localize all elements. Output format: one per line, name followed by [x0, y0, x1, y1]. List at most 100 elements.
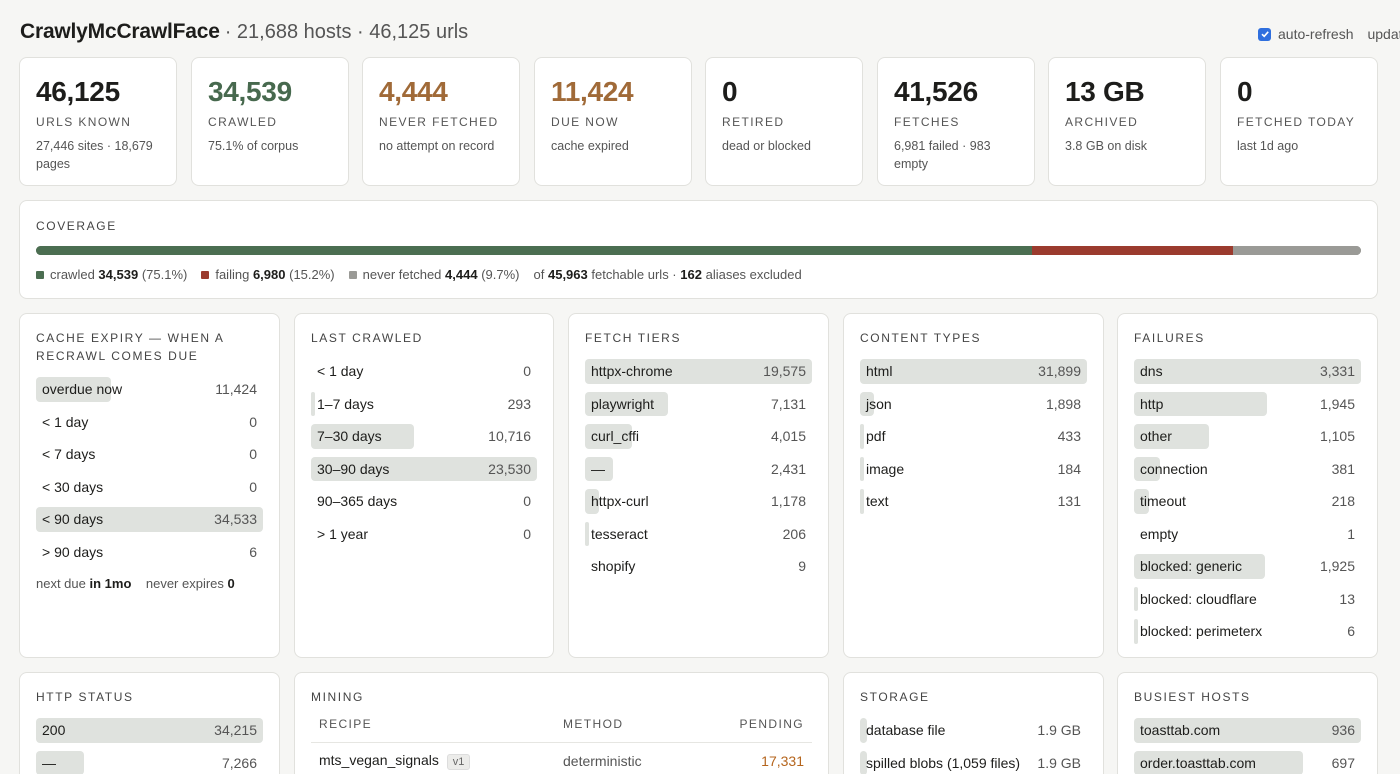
legend-count: 6,980: [252, 267, 286, 282]
row-value: 10,716: [488, 428, 531, 445]
stat-card-archived: 13 GB ARCHIVED 3.8 GB on disk: [1048, 57, 1206, 186]
list-item: json 1,898: [860, 388, 1087, 421]
row-value: 218: [1331, 493, 1355, 510]
row-label: 90–365 days: [317, 493, 398, 510]
list-item: blocked: cloudflare 13: [1134, 583, 1361, 616]
row-label: other: [1140, 428, 1172, 445]
list-item: < 90 days 34,533: [36, 503, 263, 536]
legend-label: failing: [215, 267, 250, 282]
stat-value: 0: [1237, 76, 1253, 107]
storage-panel: STORAGE database file 1.9 GB spilled blobs…: [843, 672, 1104, 774]
legend-label: never fetched: [362, 267, 442, 282]
legend-label: crawled: [50, 267, 95, 282]
row-value: 0: [249, 413, 257, 430]
row-label: < 30 days: [42, 478, 104, 495]
busiest-hosts-title: BUSIEST HOSTS: [1134, 690, 1251, 704]
row-value: 1,105: [1319, 428, 1355, 445]
row-label: 1–7 days: [317, 395, 374, 412]
list-item: database file 1.9 GB: [860, 714, 1087, 747]
last-crawled-panel: LAST CRAWLED < 1 day 0 1–7 days 293 7–30 day…: [294, 313, 554, 658]
row-label: > 90 days: [42, 543, 104, 560]
col-pending: PENDING: [739, 717, 804, 731]
row-value: 1,898: [1045, 395, 1081, 412]
coverage-legend: crawled 34,539 (75.1%) failing 6,980 (15…: [36, 267, 802, 282]
col-recipe: RECIPE: [319, 717, 373, 731]
row-label: —: [591, 460, 605, 477]
stat-value: 13 GB: [1065, 76, 1145, 107]
row-value: 0: [249, 446, 257, 463]
row-value: 0: [523, 493, 531, 510]
row-label: 30–90 days: [317, 460, 390, 477]
row-value: 19,575: [763, 363, 806, 380]
fetchable-count: 45,963: [547, 267, 588, 282]
row-value: 6: [1347, 623, 1355, 640]
app-subtitle: · 21,688 hosts · 46,125 urls: [224, 21, 469, 43]
legend-never-fetched: never fetched 4,444 (9.7%): [348, 267, 520, 282]
list-item: httpx-curl 1,178: [585, 485, 812, 518]
stat-sub: 3.8 GB on disk: [1065, 139, 1147, 153]
row-value: 7,266: [221, 754, 257, 771]
row-value: 206: [782, 525, 806, 542]
header-controls: auto-refresh updat: [1258, 26, 1400, 42]
row-label: overdue now: [42, 381, 123, 398]
coverage-panel: COVERAGE crawled 34,539 (75.1%) failing …: [19, 200, 1378, 299]
row-label: —: [42, 754, 56, 771]
row-value: 1,178: [770, 493, 806, 510]
list-item: timeout 218: [1134, 485, 1361, 518]
list-item: < 7 days 0: [36, 438, 263, 471]
list-item: pdf 433: [860, 420, 1087, 453]
row-label: 7–30 days: [317, 428, 382, 445]
list-item: tesseract 206: [585, 518, 812, 551]
row-value: 6: [249, 543, 257, 560]
row-value: 23,530: [488, 460, 531, 477]
stat-sub: 6,981 failed · 983 empty: [894, 139, 991, 171]
legend-count: 34,539: [98, 267, 139, 282]
stat-sub: 27,446 sites · 18,679 pages: [36, 139, 153, 171]
http-status-title: HTTP STATUS: [36, 690, 134, 704]
stat-card-fetches: 41,526 FETCHES 6,981 failed · 983 empty: [877, 57, 1035, 186]
fetchable-label: fetchable urls ·: [591, 267, 677, 282]
row-label: 200: [42, 722, 66, 739]
next-due-value: in 1mo: [89, 576, 132, 591]
fetch-tiers-title: FETCH TIERS: [585, 331, 682, 345]
row-value: 2,431: [770, 460, 806, 477]
legend-swatch: [36, 270, 44, 279]
stat-label: RETIRED: [722, 115, 785, 129]
legend-count: 4,444: [445, 267, 478, 282]
stat-sub: last 1d ago: [1237, 139, 1299, 153]
row-label: httpx-chrome: [591, 363, 673, 380]
stat-card-fetched-today: 0 FETCHED TODAY last 1d ago: [1220, 57, 1378, 186]
stat-label: URLS KNOWN: [36, 115, 132, 129]
stat-sub: no attempt on record: [379, 139, 495, 153]
method-cell: deterministic: [563, 753, 642, 769]
list-item: toasttab.com 936: [1134, 714, 1361, 747]
recipe-name: mts_vegan_signals: [319, 752, 439, 768]
recipe-cell: mts_vegan_signals v1: [319, 752, 471, 770]
row-label: json: [866, 395, 892, 412]
list-item: < 30 days 0: [36, 471, 263, 504]
auto-refresh-checkbox[interactable]: [1258, 27, 1271, 41]
list-item: 7–30 days 10,716: [311, 420, 537, 453]
update-button[interactable]: updat: [1367, 26, 1400, 42]
last-crawled-rows: < 1 day 0 1–7 days 293 7–30 days 10,716 30–90 …: [311, 355, 537, 550]
stat-sub: 75.1% of corpus: [208, 139, 299, 153]
row-value: 0: [249, 478, 257, 495]
row-value: 7,131: [770, 395, 806, 412]
row-value: 11,424: [215, 381, 257, 398]
legend-failing: failing 6,980 (15.2%): [201, 267, 335, 282]
stat-label: NEVER FETCHED: [379, 115, 499, 129]
row-value: 1,925: [1319, 558, 1355, 575]
stat-card-retired: 0 RETIRED dead or blocked: [705, 57, 863, 186]
page-header: CrawlyMcCrawlFace · 21,688 hosts · 46,12…: [20, 20, 468, 48]
stat-label: DUE NOW: [551, 115, 619, 129]
cache-expiry-panel: CACHE EXPIRY — WHEN A RECRAWL COMES DUE …: [19, 313, 280, 658]
row-label: timeout: [1140, 493, 1186, 510]
stat-card-crawled: 34,539 CRAWLED 75.1% of corpus: [191, 57, 349, 186]
table-row[interactable]: mts_vegan_signals v1 deterministic 17,33…: [311, 745, 812, 774]
row-label: blocked: generic: [1140, 558, 1242, 575]
list-item: connection 381: [1134, 453, 1361, 486]
auto-refresh-label[interactable]: auto-refresh: [1278, 26, 1353, 42]
row-label: < 7 days: [42, 446, 96, 463]
col-method: METHOD: [563, 717, 624, 731]
row-label: connection: [1140, 460, 1208, 477]
